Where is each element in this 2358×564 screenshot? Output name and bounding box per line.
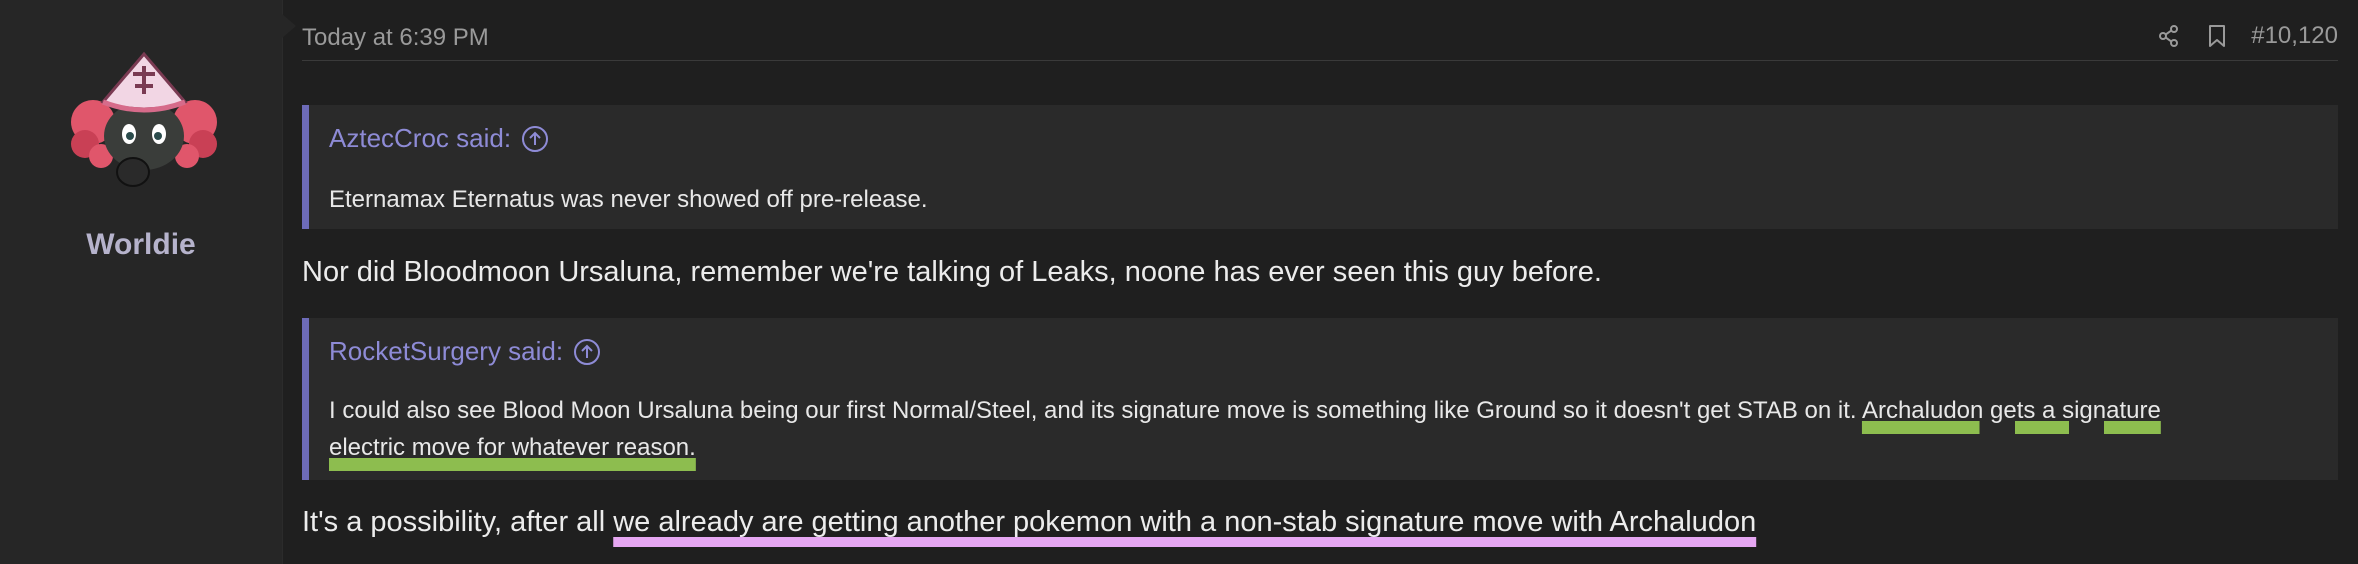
arrow-up-circle-icon[interactable] (521, 125, 549, 153)
quote-author-link[interactable]: AztecCroc said: (329, 123, 549, 154)
forum-post: Worldie Today at 6:39 PM #10,120 AztecCr… (0, 0, 2358, 564)
quote-body-text: I could also see Blood Moon Ursaluna bei… (329, 397, 1862, 424)
reply-text: Nor did Bloodmoon Ursaluna, remember we'… (302, 256, 1602, 288)
post-main: Today at 6:39 PM #10,120 AztecCroc said:… (302, 0, 2338, 564)
username[interactable]: Worldie (0, 228, 282, 262)
quote-author-label: AztecCroc said: (329, 123, 512, 153)
quote-block: RocketSurgery said: I could also see Blo… (302, 318, 2338, 480)
post-number-link[interactable]: #10,120 (2251, 22, 2338, 50)
user-sidebar: Worldie (0, 0, 296, 564)
post-actions: #10,120 (2155, 22, 2338, 50)
post-header: Today at 6:39 PM #10,120 (302, 18, 2338, 61)
share-icon[interactable] (2155, 22, 2183, 50)
pokemon-avatar-icon[interactable] (63, 44, 225, 206)
quote-body: I could also see Blood Moon Ursaluna bei… (329, 392, 2228, 466)
quote-author-link[interactable]: RocketSurgery said: (329, 336, 601, 367)
quote-block: AztecCroc said: Eternamax Eternatus was … (302, 105, 2338, 229)
highlighted-text: we already are getting another pokemon w… (613, 506, 1757, 538)
quote-body: Eternamax Eternatus was never showed off… (329, 186, 928, 213)
reply-text: It's a possibility, after all we already… (302, 506, 1756, 539)
bookmark-icon[interactable] (2203, 22, 2231, 50)
quote-author-label: RocketSurgery said: (329, 336, 564, 366)
post-timestamp[interactable]: Today at 6:39 PM (302, 24, 489, 52)
arrow-up-circle-icon[interactable] (573, 338, 601, 366)
reply-text-plain: It's a possibility, after all (302, 506, 614, 538)
